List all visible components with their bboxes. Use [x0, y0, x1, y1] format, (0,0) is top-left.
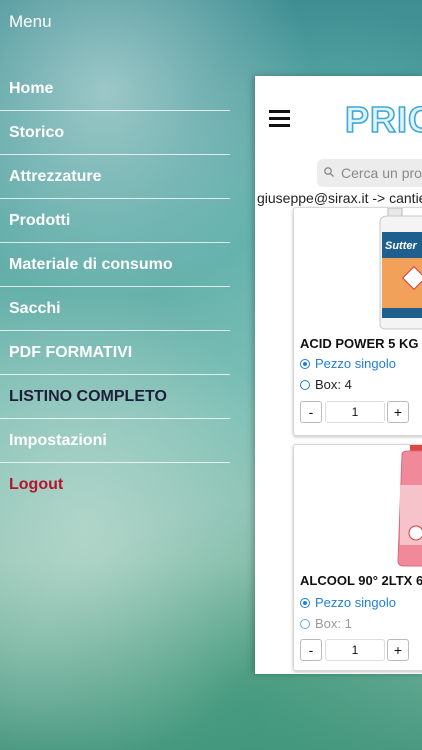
menu-item-listino-completo[interactable]: LISTINO COMPLETO [0, 375, 230, 419]
option-label: Box: 4 [315, 377, 352, 392]
logo-text: PRIC [345, 100, 422, 138]
product-image: Sutter [379, 208, 422, 330]
decrement-button[interactable]: - [300, 639, 322, 661]
menu-item-attrezzature[interactable]: Attrezzature [0, 155, 230, 199]
product-card[interactable]: ALCOOL 90° 2LTX 6 Pezzo singolo Box: 1 -… [293, 444, 422, 671]
menu-item-prodotti[interactable]: Prodotti [0, 199, 230, 243]
search-input[interactable]: Cerca un pro [317, 159, 422, 187]
option-box[interactable]: Box: 4 [300, 377, 352, 392]
menu-item-home[interactable]: Home [0, 67, 230, 111]
decrement-button[interactable]: - [300, 401, 322, 423]
option-label: Box: 1 [315, 616, 352, 631]
radio-selected-icon [300, 358, 310, 369]
menu-item-storico[interactable]: Storico [0, 111, 230, 155]
product-brand: Sutter [385, 240, 418, 252]
option-label: Pezzo singolo [315, 356, 396, 371]
user-context: giuseppe@sirax.it -> cantie [257, 190, 422, 206]
company-logo: PRIC [345, 100, 422, 138]
radio-selected-icon [300, 597, 310, 608]
radio-unselected-icon [300, 379, 310, 390]
menu-title: Menu [9, 12, 52, 31]
option-single-piece[interactable]: Pezzo singolo [300, 595, 396, 610]
product-name: ALCOOL 90° 2LTX 6 [300, 573, 422, 588]
search-placeholder: Cerca un pro [341, 165, 422, 181]
increment-button[interactable]: + [387, 639, 409, 661]
product-image [397, 445, 422, 567]
product-card[interactable]: Sutter ACID POWER 5 KG Pezzo singolo Box… [293, 207, 422, 436]
option-label: Pezzo singolo [315, 595, 396, 610]
hamburger-menu-icon[interactable] [269, 110, 290, 128]
search-icon [324, 167, 334, 177]
main-panel: PRIC Cerca un pro giuseppe@sirax.it -> c… [255, 76, 422, 674]
increment-button[interactable]: + [387, 401, 409, 423]
side-menu: Home Storico Attrezzature Prodotti Mater… [0, 67, 230, 507]
option-box[interactable]: Box: 1 [300, 616, 352, 631]
product-name: ACID POWER 5 KG [300, 336, 419, 351]
quantity-input[interactable] [325, 401, 385, 423]
menu-item-logout[interactable]: Logout [0, 463, 230, 507]
menu-item-sacchi[interactable]: Sacchi [0, 287, 230, 331]
menu-item-pdf-formativi[interactable]: PDF FORMATIVI [0, 331, 230, 375]
option-single-piece[interactable]: Pezzo singolo [300, 356, 396, 371]
menu-item-impostazioni[interactable]: Impostazioni [0, 419, 230, 463]
radio-unselected-icon [300, 618, 310, 629]
quantity-input[interactable] [325, 639, 385, 661]
menu-item-materiale-di-consumo[interactable]: Materiale di consumo [0, 243, 230, 287]
